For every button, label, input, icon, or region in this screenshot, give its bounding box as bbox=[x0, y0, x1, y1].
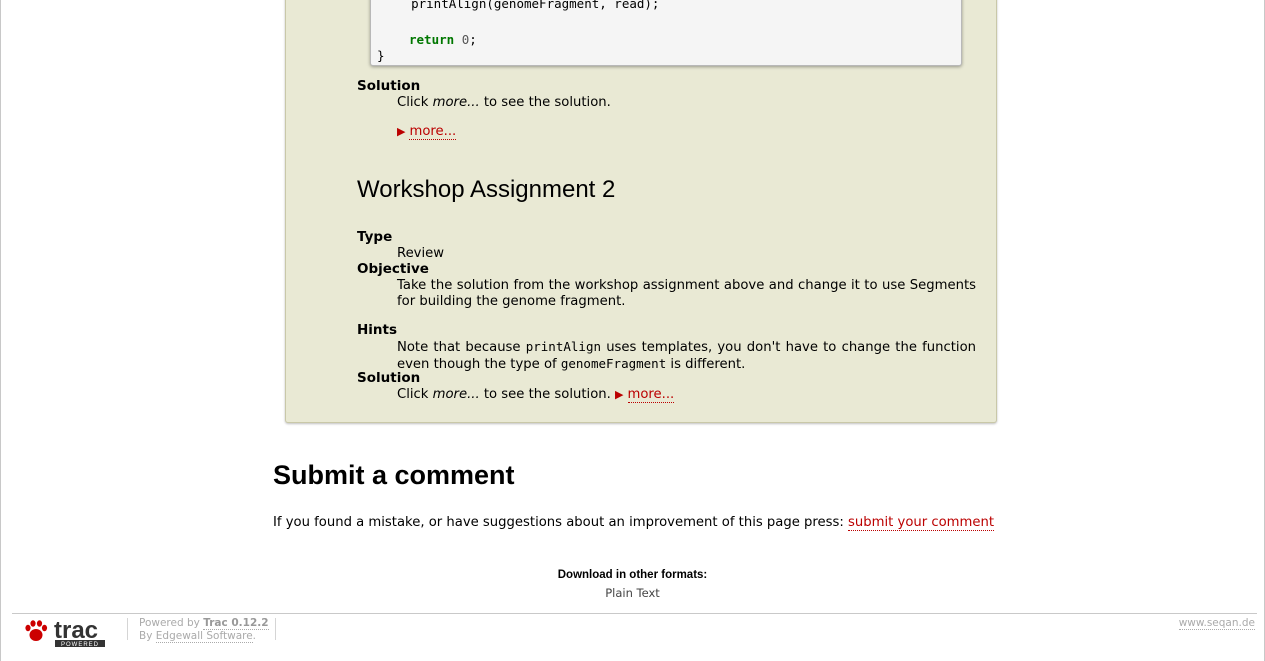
solution-text-post: to see the solution. bbox=[479, 95, 611, 110]
trac-logo[interactable]: trac POWERED bbox=[24, 617, 108, 648]
trac-logo-sub: POWERED bbox=[61, 642, 99, 648]
triangle-right-icon: ▶ bbox=[397, 125, 406, 138]
powered-by: Powered by Trac 0.12.2 By Edgewall Softw… bbox=[139, 617, 269, 643]
code-keyword-return: return bbox=[409, 32, 455, 47]
more-link-2[interactable]: more... bbox=[627, 387, 675, 403]
comment-text: If you found a mistake, or have suggesti… bbox=[273, 515, 849, 530]
edgewall-link[interactable]: Edgewall Software bbox=[155, 630, 253, 643]
hints-text-pre: Note that because bbox=[397, 340, 526, 355]
by-text: By bbox=[139, 630, 156, 642]
hints-text-post: is different. bbox=[666, 357, 746, 372]
solution-label-2: Solution bbox=[357, 370, 421, 386]
solution-text-em: more... bbox=[432, 95, 480, 110]
code-line-return: return 0; bbox=[409, 32, 477, 47]
more-link-1[interactable]: more... bbox=[409, 124, 457, 140]
solution-label-1: Solution bbox=[357, 78, 421, 94]
submit-comment-link[interactable]: submit your comment bbox=[848, 515, 995, 531]
window-border-left bbox=[0, 0, 1, 661]
footer-divider bbox=[12, 613, 1257, 614]
plain-text-link[interactable]: Plain Text bbox=[0, 586, 1265, 600]
period: . bbox=[252, 630, 257, 642]
submit-comment-heading: Submit a comment bbox=[273, 460, 515, 490]
triangle-right-icon[interactable]: ▶ bbox=[615, 388, 623, 401]
type-value: Review bbox=[397, 246, 445, 261]
code-block: printAlign(genomeFragment, read); return… bbox=[370, 0, 962, 66]
objective-value: Take the solution from the workshop assi… bbox=[397, 278, 976, 309]
solution-text-pre: Click bbox=[397, 95, 433, 110]
footer-separator bbox=[275, 618, 276, 640]
solution2-text-post: to see the solution. bbox=[479, 387, 611, 402]
download-formats-title: Download in other formats: bbox=[557, 569, 708, 581]
objective-label: Objective bbox=[357, 261, 429, 277]
solution-text-1: Click more... to see the solution. bbox=[397, 95, 976, 111]
trac-paw-icon: trac POWERED bbox=[25, 617, 105, 648]
hints-code-genomefragment: genomeFragment bbox=[560, 356, 667, 371]
code-semicolon: ; bbox=[469, 32, 477, 47]
trac-version-link[interactable]: Trac 0.12.2 bbox=[203, 617, 269, 630]
solution2-text-em: more... bbox=[432, 387, 480, 402]
footer-separator bbox=[127, 618, 128, 640]
solution2-text-pre: Click bbox=[397, 387, 433, 402]
comment-paragraph: If you found a mistake, or have suggesti… bbox=[273, 515, 995, 531]
solution-text-2: Click more... to see the solution. ▶ more… bbox=[397, 387, 976, 403]
powered-by-text: Powered by bbox=[139, 617, 204, 629]
code-closing-brace: } bbox=[377, 48, 385, 63]
hints-value: Note that because printAlign uses templa… bbox=[397, 339, 976, 373]
type-label: Type bbox=[357, 229, 393, 245]
site-link[interactable]: www.seqan.de bbox=[1178, 617, 1255, 630]
hints-label: Hints bbox=[357, 322, 398, 338]
hints-code-printalign: printAlign bbox=[525, 339, 601, 354]
assignment-2-heading: Workshop Assignment 2 bbox=[357, 176, 616, 203]
code-line-printalign: printAlign(genomeFragment, read); bbox=[381, 0, 660, 11]
more-toggle-1[interactable]: ▶ more... bbox=[397, 124, 976, 140]
trac-version: Trac 0.12.2 bbox=[203, 617, 269, 629]
